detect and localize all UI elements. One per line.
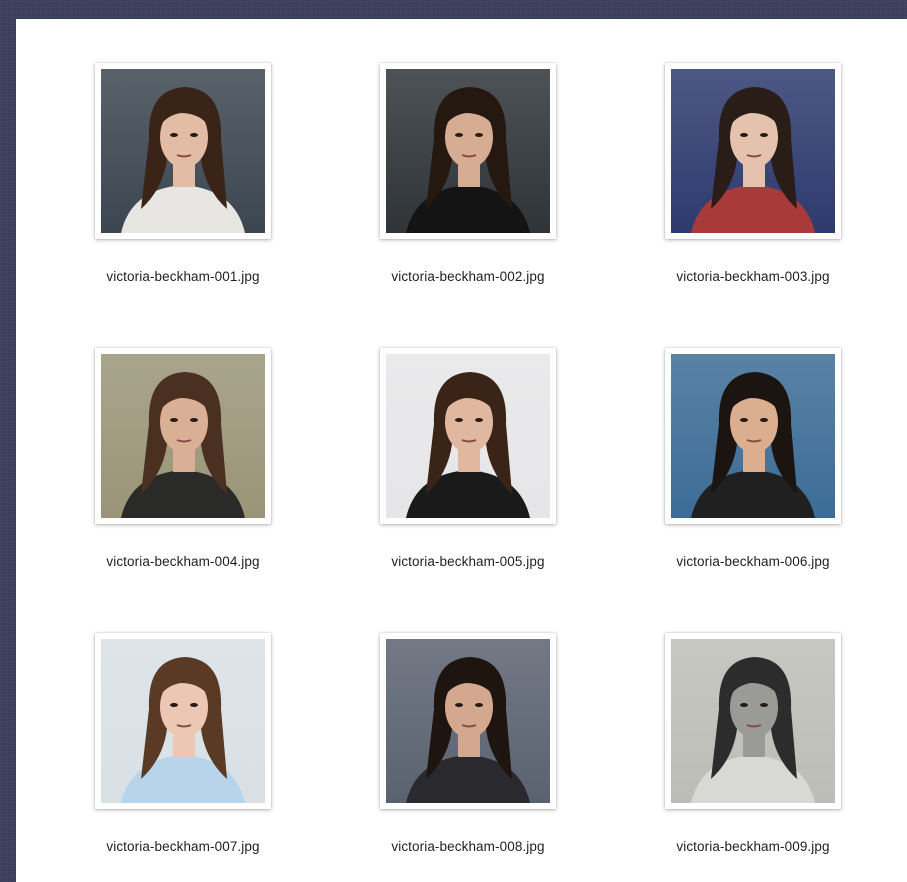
file-name-label[interactable]: victoria-beckham-006.jpg	[676, 554, 829, 569]
thumbnail-frame[interactable]	[95, 633, 271, 809]
file-name-label[interactable]: victoria-beckham-004.jpg	[106, 554, 259, 569]
file-name-label[interactable]: victoria-beckham-009.jpg	[676, 839, 829, 854]
finder-icon-view: victoria-beckham-001.jpg victoria-beckha…	[16, 19, 907, 882]
file-name-label[interactable]: victoria-beckham-008.jpg	[391, 839, 544, 854]
portrait-photo-icon	[671, 69, 835, 233]
portrait-photo-icon	[101, 69, 265, 233]
thumbnail-frame[interactable]	[665, 348, 841, 524]
file-name-label[interactable]: victoria-beckham-005.jpg	[391, 554, 544, 569]
file-name-label[interactable]: victoria-beckham-002.jpg	[391, 269, 544, 284]
file-item[interactable]: victoria-beckham-009.jpg	[628, 633, 878, 873]
thumbnail-frame[interactable]	[380, 633, 556, 809]
portrait-photo-icon	[386, 354, 550, 518]
file-item[interactable]: victoria-beckham-003.jpg	[628, 63, 878, 303]
file-item[interactable]: victoria-beckham-008.jpg	[343, 633, 593, 873]
file-name-label[interactable]: victoria-beckham-001.jpg	[106, 269, 259, 284]
portrait-photo-icon	[671, 354, 835, 518]
thumbnail-frame[interactable]	[665, 63, 841, 239]
file-item[interactable]: victoria-beckham-004.jpg	[58, 348, 308, 588]
thumbnail-frame[interactable]	[95, 348, 271, 524]
portrait-photo-icon	[671, 639, 835, 803]
file-item[interactable]: victoria-beckham-006.jpg	[628, 348, 878, 588]
thumbnail-frame[interactable]	[665, 633, 841, 809]
file-item[interactable]: victoria-beckham-001.jpg	[58, 63, 308, 303]
portrait-photo-icon	[101, 354, 265, 518]
file-item[interactable]: victoria-beckham-007.jpg	[58, 633, 308, 873]
portrait-photo-icon	[386, 639, 550, 803]
thumbnail-frame[interactable]	[380, 348, 556, 524]
thumbnail-frame[interactable]	[380, 63, 556, 239]
file-item[interactable]: victoria-beckham-005.jpg	[343, 348, 593, 588]
thumbnail-frame[interactable]	[95, 63, 271, 239]
portrait-photo-icon	[101, 639, 265, 803]
file-name-label[interactable]: victoria-beckham-003.jpg	[676, 269, 829, 284]
file-item[interactable]: victoria-beckham-002.jpg	[343, 63, 593, 303]
portrait-photo-icon	[386, 69, 550, 233]
file-name-label[interactable]: victoria-beckham-007.jpg	[106, 839, 259, 854]
